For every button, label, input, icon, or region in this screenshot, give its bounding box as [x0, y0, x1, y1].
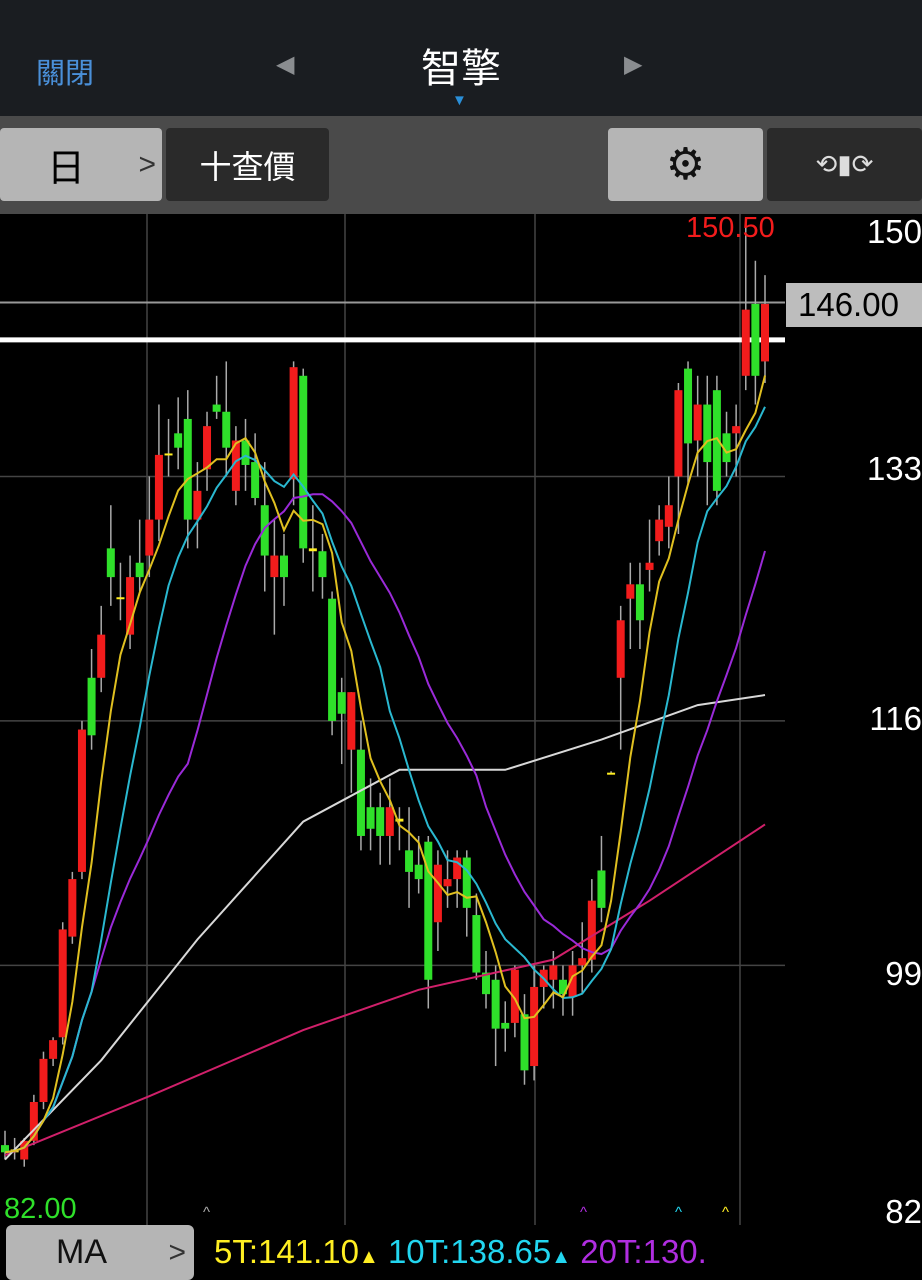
indicator-button[interactable]: MA > — [6, 1225, 194, 1280]
chevron-right-icon: > — [138, 147, 156, 181]
y-tick: 82 — [885, 1193, 922, 1230]
candle-body — [116, 597, 125, 600]
candle-body — [97, 634, 106, 678]
candle-body — [520, 1014, 529, 1071]
candle-body — [77, 729, 86, 872]
candle-body — [68, 879, 77, 937]
candle-body — [405, 850, 414, 872]
ma5-value: 5T:141.10 — [214, 1233, 359, 1270]
next-stock-icon[interactable]: ▶ — [624, 50, 642, 79]
candle-body — [443, 879, 452, 887]
up-arrow-icon: ▲ — [551, 1246, 572, 1268]
header: 關閉 ◀ 智擎 ▼ ▶ — [0, 0, 922, 116]
gear-icon: ⚙ — [665, 140, 706, 189]
toolbar: 日 > 十查價 ⚙ ⟲▮⟳ — [0, 116, 922, 214]
marker-caret-icon: ^ — [722, 1204, 730, 1221]
candle-body — [270, 555, 279, 578]
candle-body — [693, 404, 702, 441]
candle-body — [87, 677, 96, 736]
candle-body — [154, 454, 163, 520]
up-arrow-icon: ▲ — [358, 1246, 379, 1268]
candle-body — [328, 598, 337, 721]
candle-body — [530, 986, 539, 1067]
candle-body — [212, 404, 221, 412]
candle-body — [664, 505, 673, 527]
candle-body — [751, 303, 760, 376]
ma20-value: 20T:130. — [580, 1233, 707, 1270]
chevron-right-icon: > — [168, 1235, 186, 1269]
candle-body — [251, 462, 260, 499]
candle-body — [501, 1022, 510, 1029]
rotate-icon: ⟲▮⟳ — [815, 149, 874, 179]
candle-body — [655, 519, 664, 542]
period-label: 日 — [46, 148, 85, 190]
rotate-button[interactable]: ⟲▮⟳ — [767, 128, 922, 201]
candlestick-chart[interactable] — [0, 214, 922, 1225]
stock-title[interactable]: 智擎 — [0, 36, 922, 94]
y-tick: 150 — [866, 213, 922, 250]
candle-body — [318, 551, 327, 578]
high-price-label: 150.50 — [686, 212, 775, 244]
period-button[interactable]: 日 > — [0, 128, 162, 201]
candle-body — [491, 979, 500, 1029]
marker-caret-icon: ^ — [580, 1204, 588, 1221]
candle-body — [674, 390, 683, 477]
candle-body — [472, 915, 481, 973]
candle-body — [39, 1058, 48, 1102]
y-tick: 116 — [869, 700, 922, 737]
candle-body — [462, 857, 471, 908]
candle-body — [58, 929, 67, 1038]
candle-body — [299, 375, 308, 549]
candle-body — [578, 958, 587, 966]
candle-body — [366, 807, 375, 829]
candle-body — [106, 548, 115, 578]
candle-body — [635, 584, 644, 621]
candle-body — [183, 418, 192, 520]
candle-body — [645, 562, 654, 570]
y-tick: 99 — [885, 955, 922, 992]
candle-body — [376, 807, 385, 836]
candle-body — [703, 404, 712, 463]
candle-body — [260, 505, 269, 556]
candle-body — [549, 965, 558, 980]
candle-body — [49, 1040, 58, 1059]
candle-body — [684, 368, 693, 444]
candle-body — [607, 772, 616, 775]
candle-body — [164, 453, 173, 456]
low-price-label: 82.00 — [4, 1193, 77, 1225]
quote-button[interactable]: 十查價 — [166, 128, 329, 201]
ma-legend: 5T:141.10▲ 10T:138.65▲ 20T:130. — [214, 1233, 786, 1271]
candle-body — [626, 584, 635, 599]
y-tick: 133 — [866, 450, 922, 487]
candle-body — [203, 426, 212, 470]
candle-body — [385, 807, 394, 836]
ma10-value: 10T:138.65 — [387, 1233, 552, 1270]
candle-body — [135, 562, 144, 578]
candle-body — [347, 692, 356, 750]
last-price-tag: 146.00 — [786, 283, 922, 327]
candle-body — [414, 864, 423, 880]
candle-body — [279, 555, 288, 578]
candle-body — [308, 548, 317, 552]
candle-body — [433, 864, 442, 923]
candle-body — [337, 692, 346, 714]
indicator-label: MA — [56, 1233, 107, 1271]
marker-caret-icon: ^ — [675, 1204, 683, 1221]
settings-button[interactable]: ⚙ — [608, 128, 763, 201]
candle-body — [289, 367, 298, 480]
candle-body — [712, 390, 721, 491]
dropdown-caret-icon[interactable]: ▼ — [452, 92, 467, 109]
candle-body — [145, 519, 154, 556]
candle-body — [732, 426, 741, 434]
candle-body — [222, 411, 231, 448]
candle-body — [741, 309, 750, 376]
candle-body — [174, 433, 183, 448]
candle-body — [616, 620, 625, 678]
marker-caret-icon: ^ — [203, 1204, 211, 1221]
candle-body — [597, 870, 606, 908]
candle-body — [761, 303, 769, 362]
